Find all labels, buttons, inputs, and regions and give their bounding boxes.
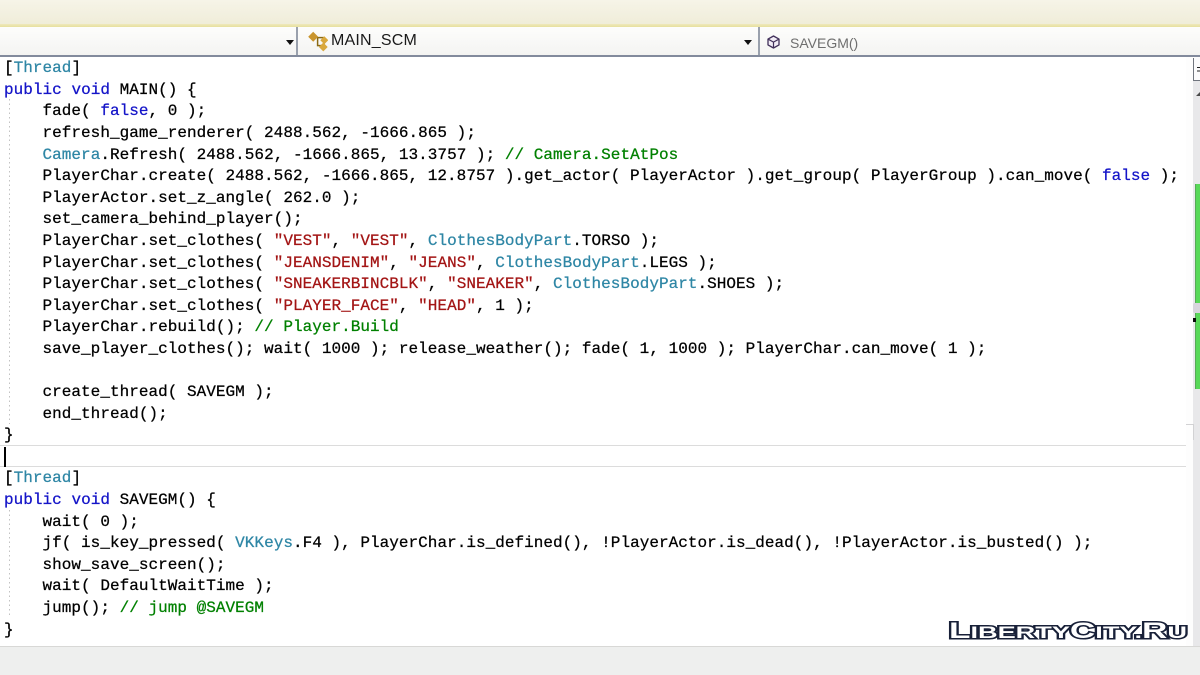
svg-text:LIBERTYCITY.RU: LIBERTYCITY.RU [949,618,1187,643]
